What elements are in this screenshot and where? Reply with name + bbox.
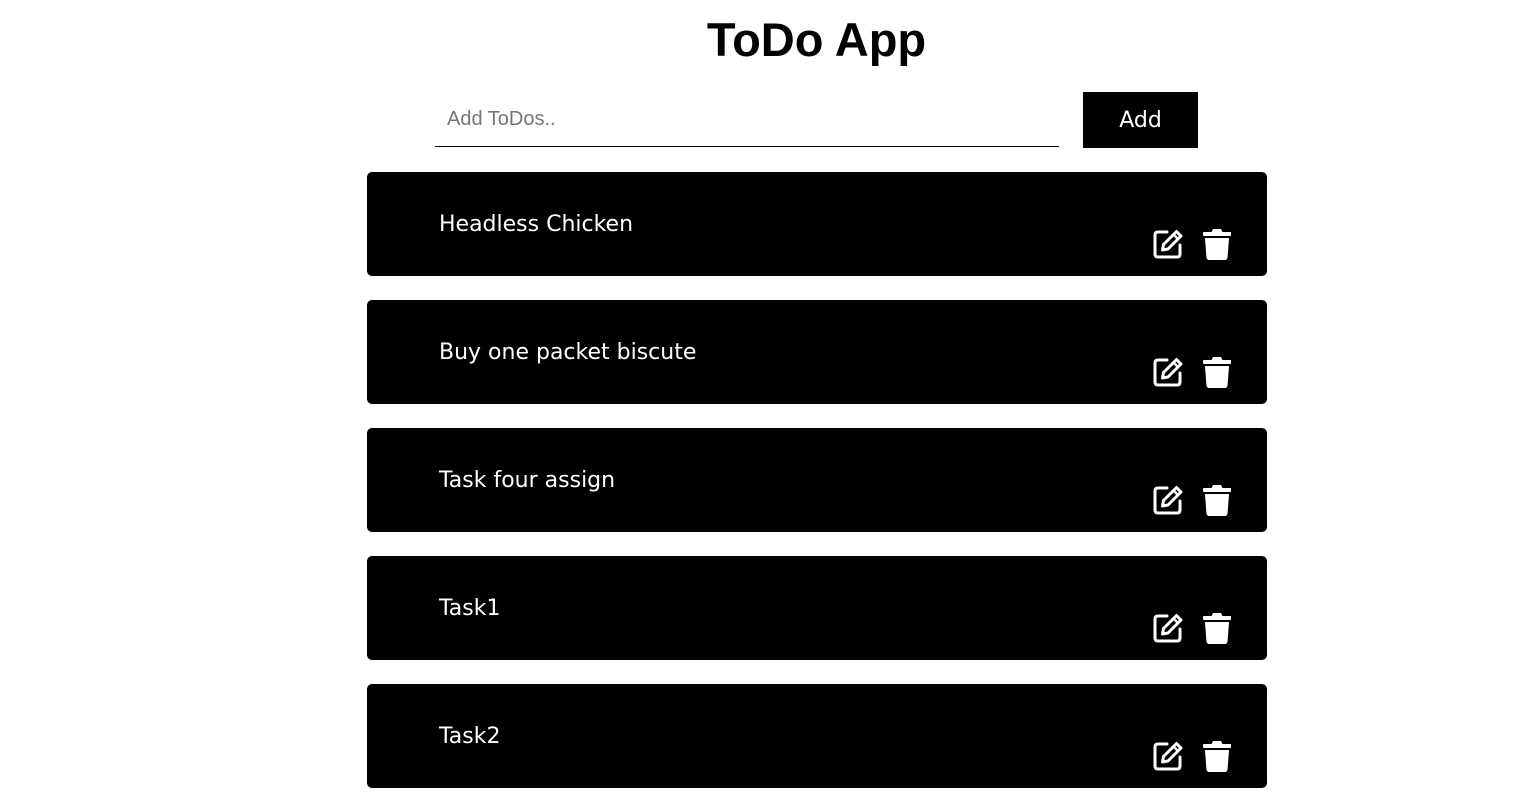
edit-icon (1153, 486, 1183, 515)
delete-button[interactable] (1201, 739, 1233, 773)
todo-item: Buy one packet biscute (367, 300, 1267, 404)
add-button[interactable]: Add (1083, 92, 1198, 148)
todo-list: Headless Chicken Buy one packet biscute (367, 172, 1267, 792)
delete-button[interactable] (1201, 355, 1233, 389)
edit-icon (1153, 358, 1183, 387)
delete-button[interactable] (1201, 483, 1233, 517)
todo-text: Headless Chicken (439, 212, 634, 237)
edit-icon (1153, 742, 1183, 771)
delete-button[interactable] (1201, 227, 1233, 261)
edit-button[interactable] (1152, 611, 1184, 645)
edit-icon (1153, 230, 1183, 259)
trash-icon (1203, 741, 1231, 772)
todo-text: Task2 (439, 724, 501, 749)
add-todo-form: Add (435, 92, 1198, 148)
edit-button[interactable] (1152, 739, 1184, 773)
trash-icon (1203, 485, 1231, 516)
todo-item: Task four assign (367, 428, 1267, 532)
todo-item: Task1 (367, 556, 1267, 660)
edit-button[interactable] (1152, 355, 1184, 389)
page-title: ToDo App (706, 13, 927, 66)
todo-item: Headless Chicken (367, 172, 1267, 276)
delete-button[interactable] (1201, 611, 1233, 645)
trash-icon (1203, 613, 1231, 644)
edit-button[interactable] (1152, 227, 1184, 261)
todo-input[interactable] (435, 92, 1059, 147)
todo-item: Task2 (367, 684, 1267, 788)
edit-icon (1153, 614, 1183, 643)
todo-text: Task1 (439, 596, 501, 621)
edit-button[interactable] (1152, 483, 1184, 517)
trash-icon (1203, 357, 1231, 388)
todo-text: Task four assign (439, 468, 616, 493)
todo-text: Buy one packet biscute (439, 340, 697, 365)
trash-icon (1203, 229, 1231, 260)
